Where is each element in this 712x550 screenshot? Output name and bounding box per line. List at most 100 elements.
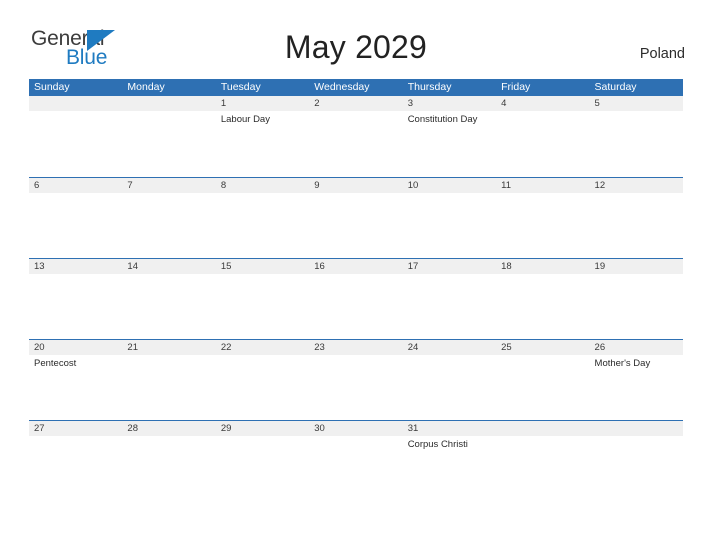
weekday-wednesday: Wednesday xyxy=(314,81,370,93)
country-label: Poland xyxy=(639,46,685,62)
weekday-monday: Monday xyxy=(127,81,165,93)
weekday-tuesday: Tuesday xyxy=(220,81,261,93)
day-cell[interactable]: Mother's Day xyxy=(590,355,683,419)
day-event-label: Corpus Christi xyxy=(407,439,468,450)
weekday-sunday: Sunday xyxy=(34,81,70,93)
day-cell[interactable]: Constitution Day xyxy=(403,111,496,175)
day-cell[interactable] xyxy=(496,355,589,419)
day-cell[interactable] xyxy=(216,274,309,338)
day-cell[interactable] xyxy=(309,436,402,500)
day-cell[interactable] xyxy=(29,111,122,175)
day-number[interactable]: 8 xyxy=(216,178,309,193)
weekday-saturday: Saturday xyxy=(594,81,637,93)
day-number[interactable]: 12 xyxy=(590,178,683,193)
page-header: General Blue May 2029 Poland xyxy=(0,0,712,76)
week-day-number-strip: 13 14 15 16 17 18 19 xyxy=(29,259,683,274)
day-number[interactable]: 6 xyxy=(29,178,122,193)
day-cell[interactable] xyxy=(496,436,589,500)
day-number[interactable]: 27 xyxy=(29,421,122,436)
day-event-label: Constitution Day xyxy=(407,114,478,125)
day-number[interactable]: 17 xyxy=(403,259,496,274)
day-cell[interactable] xyxy=(29,274,122,338)
week-day-number-strip: 1 2 3 4 5 xyxy=(29,96,683,111)
day-number[interactable] xyxy=(29,96,122,111)
day-number[interactable]: 2 xyxy=(309,96,402,111)
day-number[interactable]: 13 xyxy=(29,259,122,274)
day-cell[interactable] xyxy=(496,274,589,338)
day-number[interactable] xyxy=(496,421,589,436)
week-row: 6 7 8 9 10 11 12 xyxy=(29,177,683,258)
day-number[interactable]: 14 xyxy=(122,259,215,274)
day-number[interactable]: 24 xyxy=(403,340,496,355)
day-number[interactable]: 26 xyxy=(590,340,683,355)
week-event-strip: Pentecost Mother's Day xyxy=(29,355,683,419)
day-number[interactable]: 10 xyxy=(403,178,496,193)
week-event-strip: Corpus Christi xyxy=(29,436,683,500)
day-number[interactable]: 11 xyxy=(496,178,589,193)
day-number[interactable]: 29 xyxy=(216,421,309,436)
day-cell[interactable] xyxy=(122,193,215,257)
day-number[interactable]: 18 xyxy=(496,259,589,274)
day-cell[interactable] xyxy=(216,436,309,500)
day-number[interactable]: 5 xyxy=(590,96,683,111)
day-cell[interactable] xyxy=(403,193,496,257)
calendar-page: General Blue May 2029 Poland Sunday Mond… xyxy=(0,0,712,550)
day-number[interactable]: 4 xyxy=(496,96,589,111)
week-day-number-strip: 6 7 8 9 10 11 12 xyxy=(29,178,683,193)
weekday-thursday: Thursday xyxy=(407,81,452,93)
week-row: 27 28 29 30 31 Corpus Christi xyxy=(29,420,683,501)
day-cell[interactable]: Pentecost xyxy=(29,355,122,419)
day-number[interactable] xyxy=(590,421,683,436)
day-number[interactable]: 25 xyxy=(496,340,589,355)
day-cell[interactable]: Labour Day xyxy=(216,111,309,175)
day-number[interactable]: 20 xyxy=(29,340,122,355)
day-number[interactable]: 21 xyxy=(122,340,215,355)
week-day-number-strip: 27 28 29 30 31 xyxy=(29,421,683,436)
day-number[interactable]: 31 xyxy=(403,421,496,436)
day-number[interactable] xyxy=(122,96,215,111)
day-number[interactable]: 28 xyxy=(122,421,215,436)
page-title: May 2029 xyxy=(284,29,428,65)
day-number[interactable]: 19 xyxy=(590,259,683,274)
day-cell[interactable] xyxy=(590,193,683,257)
day-event-label: Mother's Day xyxy=(594,358,651,369)
day-cell[interactable] xyxy=(216,355,309,419)
day-cell[interactable] xyxy=(403,274,496,338)
day-cell[interactable] xyxy=(496,111,589,175)
day-cell[interactable] xyxy=(309,274,402,338)
day-number[interactable]: 15 xyxy=(216,259,309,274)
day-cell[interactable] xyxy=(309,355,402,419)
week-event-strip xyxy=(29,193,683,257)
weekday-friday: Friday xyxy=(501,81,531,93)
day-cell[interactable] xyxy=(309,111,402,175)
day-cell[interactable] xyxy=(590,111,683,175)
day-cell[interactable]: Corpus Christi xyxy=(403,436,496,500)
day-cell[interactable] xyxy=(216,193,309,257)
day-number[interactable]: 16 xyxy=(309,259,402,274)
day-cell[interactable] xyxy=(122,355,215,419)
day-event-label: Labour Day xyxy=(220,114,270,125)
calendar-grid: Sunday Monday Tuesday Wednesday Thursday… xyxy=(29,79,683,501)
day-number[interactable]: 7 xyxy=(122,178,215,193)
day-cell[interactable] xyxy=(590,436,683,500)
day-cell[interactable] xyxy=(122,274,215,338)
week-day-number-strip: 20 21 22 23 24 25 26 xyxy=(29,340,683,355)
day-number[interactable]: 9 xyxy=(309,178,402,193)
day-number[interactable]: 22 xyxy=(216,340,309,355)
day-event-label: Pentecost xyxy=(34,358,77,369)
day-cell[interactable] xyxy=(403,355,496,419)
day-number[interactable]: 1 xyxy=(216,96,309,111)
week-event-strip: Labour Day Constitution Day xyxy=(29,111,683,175)
day-cell[interactable] xyxy=(122,111,215,175)
day-number[interactable]: 3 xyxy=(403,96,496,111)
day-cell[interactable] xyxy=(590,274,683,338)
day-cell[interactable] xyxy=(122,436,215,500)
day-cell[interactable] xyxy=(496,193,589,257)
week-row: 13 14 15 16 17 18 19 xyxy=(29,258,683,339)
week-event-strip xyxy=(29,274,683,338)
day-cell[interactable] xyxy=(309,193,402,257)
day-number[interactable]: 30 xyxy=(309,421,402,436)
day-number[interactable]: 23 xyxy=(309,340,402,355)
day-cell[interactable] xyxy=(29,193,122,257)
day-cell[interactable] xyxy=(29,436,122,500)
